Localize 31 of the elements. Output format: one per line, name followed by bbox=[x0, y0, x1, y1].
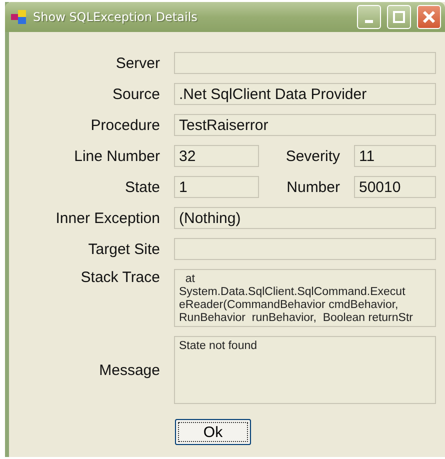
app-icon bbox=[11, 10, 27, 24]
field-label: Source bbox=[111, 86, 160, 102]
text-field[interactable] bbox=[174, 52, 436, 74]
field-label: Message bbox=[98, 362, 160, 378]
text-field[interactable]: .Net SqlClient Data Provider bbox=[174, 83, 436, 105]
maximize-icon bbox=[393, 11, 405, 23]
field-label: Target Site bbox=[87, 240, 160, 258]
text-field[interactable]: 11 bbox=[354, 145, 436, 167]
field-label: Procedure bbox=[90, 116, 160, 134]
field-label: State bbox=[124, 178, 160, 196]
field-label: Server bbox=[114, 54, 160, 72]
close-button[interactable] bbox=[417, 5, 441, 29]
minimize-icon bbox=[365, 20, 373, 22]
text-field[interactable]: 1 bbox=[174, 176, 259, 198]
field-label: Number bbox=[286, 178, 340, 196]
window-title: Show SQLException Details bbox=[33, 10, 198, 24]
text-field[interactable]: (Nothing) bbox=[174, 207, 436, 229]
field-label: Severity bbox=[284, 148, 340, 164]
maximize-button[interactable] bbox=[387, 5, 411, 29]
minimize-button[interactable] bbox=[357, 5, 381, 29]
ok-button[interactable]: Ok bbox=[175, 419, 251, 445]
close-icon bbox=[422, 10, 436, 24]
text-field[interactable] bbox=[174, 238, 436, 260]
stack-trace-field[interactable]: at System.Data.SqlClient.SqlCommand.Execut eReader(CommandBehavior cmdBehavior, RunBehavior runBehavior, Boolean returnStr bbox=[174, 269, 436, 327]
field-label: Stack Trace bbox=[80, 269, 160, 286]
text-field[interactable]: 32 bbox=[174, 145, 259, 167]
text-field[interactable]: 50010 bbox=[354, 176, 436, 198]
field-label: Inner Exception bbox=[54, 210, 160, 226]
text-field[interactable]: TestRaiserror bbox=[174, 114, 436, 136]
field-label: Line Number bbox=[73, 148, 160, 164]
message-field[interactable]: State not found bbox=[174, 336, 436, 404]
